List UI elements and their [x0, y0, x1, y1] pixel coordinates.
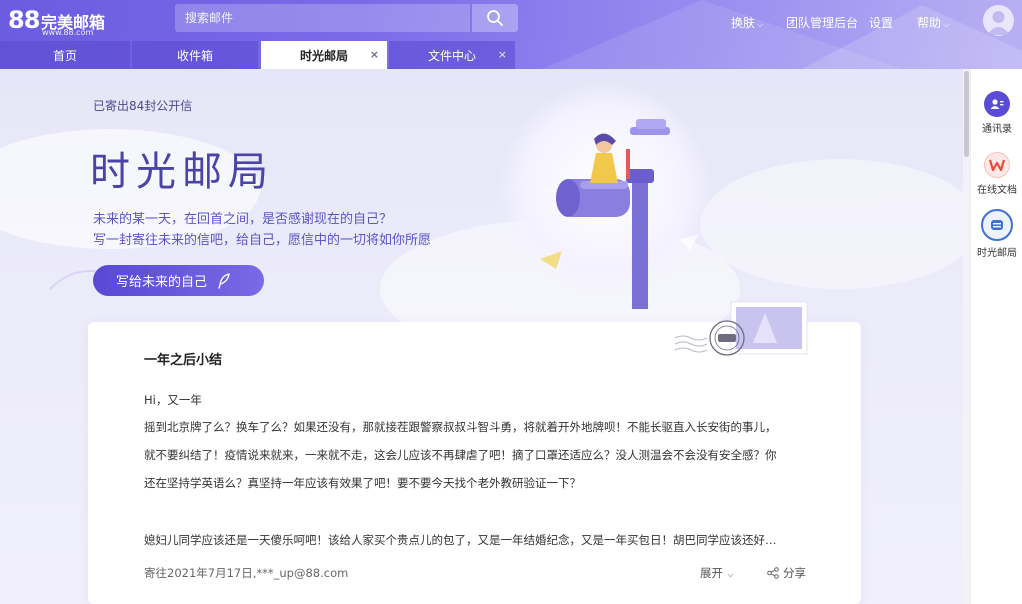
- rail-item-docs[interactable]: 在线文档: [971, 152, 1022, 196]
- close-icon[interactable]: ×: [370, 48, 379, 61]
- chevron-down-icon: ⌵: [757, 20, 764, 29]
- tab-inbox[interactable]: 收件箱: [132, 41, 258, 69]
- mailbox-illustration: [540, 119, 698, 309]
- top-header: 88 完美邮箱 www.88.com 换肤⌵ 团队管理后台 设置 帮助⌵ 首页 …: [0, 0, 1022, 69]
- hero-subtitle-line2: 写一封寄往未来的信吧，给自己，愿信中的一切将如你所愿: [93, 233, 432, 248]
- rail-label: 在线文档: [977, 185, 1017, 196]
- share-icon: [767, 567, 779, 579]
- letter-title: 一年之后小结: [144, 353, 223, 368]
- cloud-decoration: [700, 159, 963, 289]
- settings-link[interactable]: 设置: [869, 14, 893, 31]
- help-label: 帮助: [917, 16, 942, 30]
- skin-menu[interactable]: 换肤 ⌵: [731, 14, 763, 31]
- letter-footer: 寄往2021年7月17日,***_up@88.com: [144, 566, 349, 580]
- feather-icon: [218, 272, 230, 289]
- search-icon: [487, 10, 503, 26]
- logo-url: www.88.com: [42, 28, 94, 37]
- close-icon[interactable]: ×: [498, 48, 507, 61]
- vertical-scrollbar[interactable]: [963, 69, 970, 604]
- expand-label: 展开: [700, 566, 723, 580]
- tab-label: 首页: [52, 48, 77, 63]
- search-button[interactable]: [472, 4, 518, 32]
- search-bar: [175, 4, 518, 32]
- tab-label: 时光邮局: [299, 48, 348, 63]
- chevron-down-icon: ⌵: [725, 570, 734, 579]
- write-button-label: 写给未来的自己: [116, 275, 208, 290]
- tab-home[interactable]: 首页: [0, 41, 130, 69]
- rail-label: 通讯录: [982, 124, 1012, 135]
- letter-greeting: Hi，又一年: [144, 393, 202, 407]
- time-post-page: 已寄出84封公开信 时光邮局 未来的某一天，在回首之间，是否感谢现在的自己？ 写…: [0, 69, 963, 604]
- scrollbar-thumb[interactable]: [964, 71, 969, 157]
- help-menu[interactable]: 帮助 ⌵: [917, 14, 949, 31]
- rail-label: 时光邮局: [977, 248, 1017, 259]
- search-input[interactable]: [175, 4, 470, 32]
- sent-count: 已寄出84封公开信: [93, 99, 193, 113]
- rail-item-contacts[interactable]: 通讯录: [971, 91, 1022, 135]
- hero-subtitle-line1: 未来的某一天，在回首之间，是否感谢现在的自己？: [93, 212, 393, 227]
- write-to-future-button[interactable]: 写给未来的自己: [93, 265, 264, 296]
- share-label: 分享: [783, 566, 806, 580]
- stamp-decoration: [674, 301, 808, 356]
- time-post-icon: [981, 209, 1013, 241]
- user-icon: [987, 11, 1010, 35]
- letter-line: 媳妇儿同学应该还是一天傻乐呵吧！该给人家买个贵点儿的包了，又是一年结婚纪念，又是…: [144, 533, 777, 547]
- letter-line: 还在坚持学英语么？真坚持一年应该有效果了吧！要不要今天找个老外教研验证一下？: [144, 476, 581, 490]
- expand-button[interactable]: 展开 ⌵: [700, 565, 734, 581]
- tab-label: 文件中心: [427, 48, 476, 63]
- skin-label: 换肤: [731, 16, 756, 30]
- team-admin-link[interactable]: 团队管理后台: [786, 14, 858, 31]
- contacts-icon: [984, 91, 1010, 117]
- rail-item-time-post[interactable]: 时光邮局: [971, 209, 1022, 259]
- page-title: 时光邮局: [90, 149, 274, 195]
- docs-icon: [984, 152, 1010, 178]
- chevron-down-icon: ⌵: [943, 20, 950, 29]
- tab-label: 收件箱: [176, 48, 213, 63]
- logo-number: 88: [8, 6, 40, 34]
- avatar[interactable]: [983, 5, 1014, 36]
- share-button[interactable]: 分享: [767, 565, 806, 581]
- letter-line: 就不要纠结了！疫情说来就来，一来就不走，这会儿应该不再肆虐了吧！摘了口罩还适应么…: [144, 448, 777, 462]
- letter-line: 摇到北京牌了么？换车了么？如果还没有，那就接茬跟警察叔叔斗智斗勇，将就着开外地牌…: [144, 420, 777, 434]
- tab-file-center[interactable]: 文件中心 ×: [389, 41, 515, 69]
- right-app-rail: 通讯录 在线文档 时光邮局: [970, 69, 1022, 604]
- tab-time-post[interactable]: 时光邮局 ×: [261, 41, 387, 69]
